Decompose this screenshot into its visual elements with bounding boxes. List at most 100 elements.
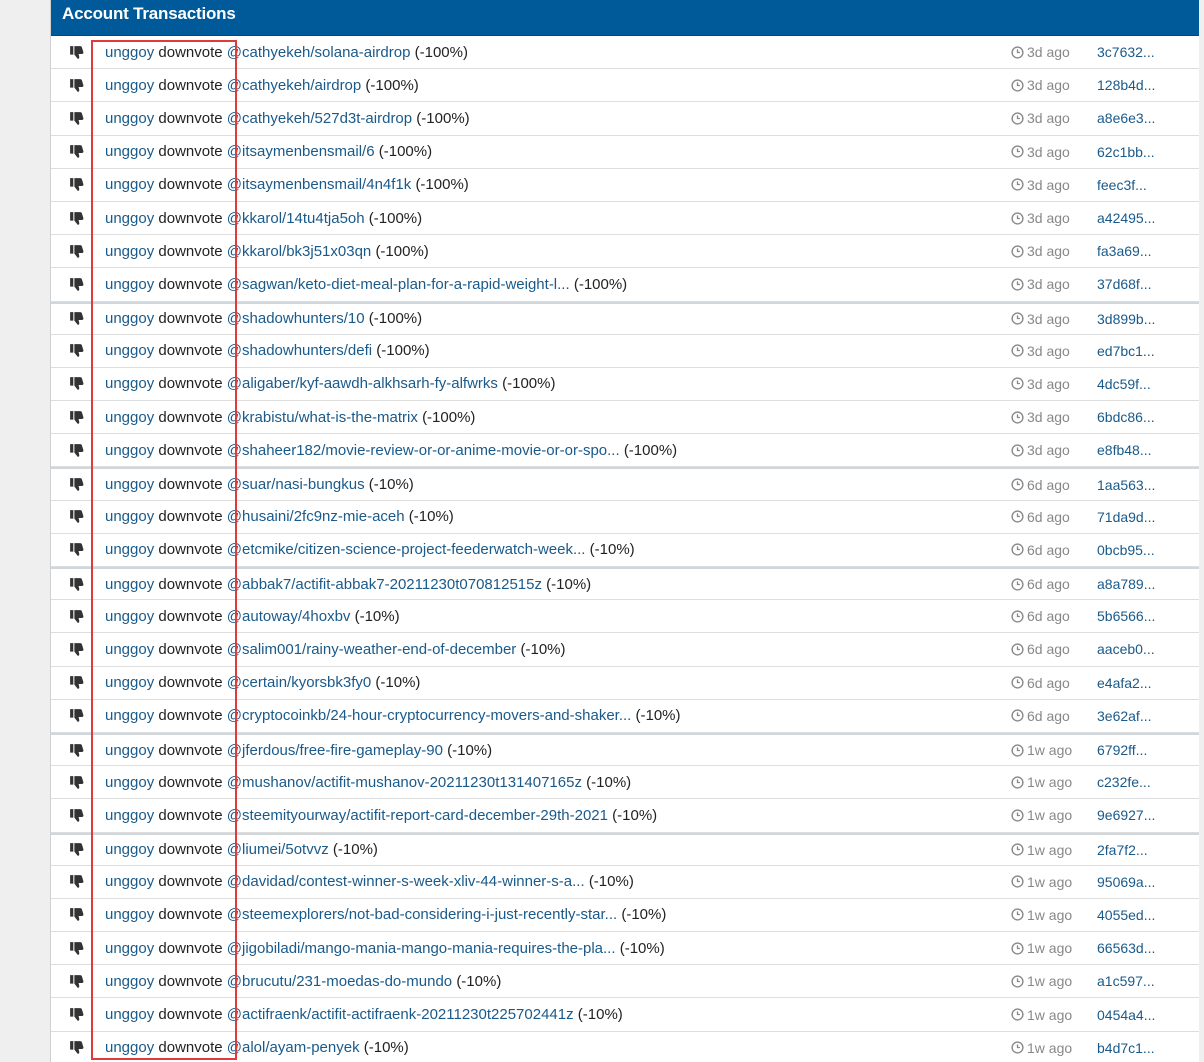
transaction-hash-link[interactable]: feec3f... — [1097, 177, 1147, 193]
voter-link[interactable]: unggoy — [105, 873, 154, 890]
post-link[interactable]: @shadowhunters/10 — [227, 310, 365, 327]
transaction-hash-link[interactable]: aaceb0... — [1097, 641, 1155, 657]
operation-type: downvote — [158, 640, 223, 658]
transaction-hash-link[interactable]: a1c597... — [1097, 973, 1155, 989]
voter-link[interactable]: unggoy — [105, 940, 154, 957]
voter-link[interactable]: unggoy — [105, 576, 154, 593]
voter-link[interactable]: unggoy — [105, 608, 154, 625]
voter-link[interactable]: unggoy — [105, 210, 154, 227]
voter-link[interactable]: unggoy — [105, 110, 154, 127]
post-link[interactable]: @krabistu/what-is-the-matrix — [227, 409, 418, 426]
post-link[interactable]: @suar/nasi-bungkus — [227, 476, 365, 493]
transaction-hash-link[interactable]: 4055ed... — [1097, 907, 1155, 923]
voter-link[interactable]: unggoy — [105, 243, 154, 260]
transaction-hash-link[interactable]: fa3a69... — [1097, 243, 1152, 259]
transaction-hash-link[interactable]: 62c1bb... — [1097, 144, 1155, 160]
post-link[interactable]: @jferdous/free-fire-gameplay-90 — [227, 742, 443, 759]
transaction-hash-link[interactable]: 66563d... — [1097, 940, 1155, 956]
voter-link[interactable]: unggoy — [105, 508, 154, 525]
transaction-hash-link[interactable]: 0bcb95... — [1097, 542, 1155, 558]
post-link[interactable]: @sagwan/keto-diet-meal-plan-for-a-rapid-… — [227, 276, 570, 293]
voter-link[interactable]: unggoy — [105, 442, 154, 459]
post-link[interactable]: @cathyekeh/airdrop — [227, 77, 361, 94]
post-link[interactable]: @itsaymenbensmail/6 — [227, 143, 375, 160]
transaction-hash-link[interactable]: b4d7c1... — [1097, 1040, 1155, 1056]
post-link[interactable]: @aligaber/kyf-aawdh-alkhsarh-fy-alfwrks — [227, 375, 498, 392]
operation-type: downvote — [158, 342, 223, 360]
transaction-hash-link[interactable]: 6bdc86... — [1097, 409, 1155, 425]
post-link[interactable]: @actifraenk/actifit-actifraenk-20211230t… — [227, 1006, 574, 1023]
post-link[interactable]: @shadowhunters/defi — [227, 342, 372, 359]
post-link[interactable]: @certain/kyorsbk3fy0 — [227, 674, 371, 691]
transaction-hash-link[interactable]: 5b6566... — [1097, 608, 1155, 624]
voter-link[interactable]: unggoy — [105, 742, 154, 759]
post-link[interactable]: @steemexplorers/not-bad-considering-i-ju… — [227, 906, 617, 923]
voter-link[interactable]: unggoy — [105, 774, 154, 791]
voter-link[interactable]: unggoy — [105, 906, 154, 923]
transaction-hash-link[interactable]: c232fe... — [1097, 774, 1151, 790]
voter-link[interactable]: unggoy — [105, 1006, 154, 1023]
transaction-hash-link[interactable]: e4afa2... — [1097, 675, 1152, 691]
voter-link[interactable]: unggoy — [105, 375, 154, 392]
transaction-hash-link[interactable]: 9e6927... — [1097, 807, 1155, 823]
voter-link[interactable]: unggoy — [105, 342, 154, 359]
voter-link[interactable]: unggoy — [105, 77, 154, 94]
post-link[interactable]: @cathyekeh/solana-airdrop — [227, 44, 411, 61]
post-link[interactable]: @davidad/contest-winner-s-week-xliv-44-w… — [227, 873, 585, 890]
clock-icon — [1011, 312, 1024, 325]
transaction-hash-link[interactable]: 3e62af... — [1097, 708, 1152, 724]
post-link[interactable]: @salim001/rainy-weather-end-of-december — [227, 641, 517, 658]
voter-link[interactable]: unggoy — [105, 807, 154, 824]
post-link[interactable]: @steemityourway/actifit-report-card-dece… — [227, 807, 608, 824]
post-link[interactable]: @mushanov/actifit-mushanov-20211230t1314… — [227, 774, 582, 791]
post-link[interactable]: @kkarol/bk3j51x03qn — [227, 243, 371, 260]
transaction-row: unggoy downvote @shaheer182/movie-review… — [51, 434, 1199, 468]
transaction-hash-link[interactable]: 71da9d... — [1097, 509, 1155, 525]
post-link[interactable]: @abbak7/actifit-abbak7-20211230t07081251… — [227, 576, 542, 593]
clock-icon — [1011, 1041, 1024, 1054]
post-link[interactable]: @husaini/2fc9nz-mie-aceh — [227, 508, 405, 525]
voter-link[interactable]: unggoy — [105, 1039, 154, 1056]
post-link[interactable]: @liumei/5otvvz — [227, 841, 329, 858]
voter-link[interactable]: unggoy — [105, 707, 154, 724]
transaction-hash-link[interactable]: 37d68f... — [1097, 276, 1152, 292]
voter-link[interactable]: unggoy — [105, 674, 154, 691]
transaction-hash-link[interactable]: 4dc59f... — [1097, 376, 1151, 392]
timestamp: 6d ago — [1027, 608, 1070, 625]
voter-link[interactable]: unggoy — [105, 841, 154, 858]
transaction-hash-link[interactable]: 0454a4... — [1097, 1007, 1155, 1023]
post-link[interactable]: @cathyekeh/527d3t-airdrop — [227, 110, 412, 127]
post-link[interactable]: @kkarol/14tu4tja5oh — [227, 210, 365, 227]
post-link[interactable]: @brucutu/231-moedas-do-mundo — [227, 973, 452, 990]
voter-link[interactable]: unggoy — [105, 973, 154, 990]
transaction-hash-link[interactable]: 128b4d... — [1097, 77, 1155, 93]
voter-link[interactable]: unggoy — [105, 176, 154, 193]
voter-link[interactable]: unggoy — [105, 409, 154, 426]
transaction-hash-link[interactable]: 1aa563... — [1097, 477, 1155, 493]
transaction-hash-link[interactable]: 3d899b... — [1097, 311, 1155, 327]
transaction-hash-link[interactable]: a8e6e3... — [1097, 110, 1155, 126]
post-link[interactable]: @alol/ayam-penyek — [227, 1039, 360, 1056]
transaction-row: unggoy downvote @cathyekeh/solana-airdro… — [51, 36, 1199, 70]
voter-link[interactable]: unggoy — [105, 476, 154, 493]
voter-link[interactable]: unggoy — [105, 541, 154, 558]
post-link[interactable]: @jigobiladi/mango-mania-mango-mania-requ… — [227, 940, 616, 957]
post-link[interactable]: @itsaymenbensmail/4n4f1k — [227, 176, 411, 193]
voter-link[interactable]: unggoy — [105, 310, 154, 327]
transaction-hash-link[interactable]: ed7bc1... — [1097, 343, 1155, 359]
voter-link[interactable]: unggoy — [105, 44, 154, 61]
transaction-hash-link[interactable]: 6792ff... — [1097, 742, 1147, 758]
post-link[interactable]: @autoway/4hoxbv — [227, 608, 351, 625]
post-link[interactable]: @cryptocoinkb/24-hour-cryptocurrency-mov… — [227, 707, 632, 724]
post-link[interactable]: @shaheer182/movie-review-or-or-anime-mov… — [227, 442, 620, 459]
transaction-hash-link[interactable]: a42495... — [1097, 210, 1155, 226]
voter-link[interactable]: unggoy — [105, 143, 154, 160]
transaction-hash-link[interactable]: 95069a... — [1097, 874, 1155, 890]
transaction-hash-link[interactable]: e8fb48... — [1097, 442, 1152, 458]
transaction-hash-link[interactable]: a8a789... — [1097, 576, 1155, 592]
transaction-hash-link[interactable]: 3c7632... — [1097, 44, 1155, 60]
transaction-hash-link[interactable]: 2fa7f2... — [1097, 842, 1148, 858]
voter-link[interactable]: unggoy — [105, 641, 154, 658]
voter-link[interactable]: unggoy — [105, 276, 154, 293]
post-link[interactable]: @etcmike/citizen-science-project-feederw… — [227, 541, 586, 558]
